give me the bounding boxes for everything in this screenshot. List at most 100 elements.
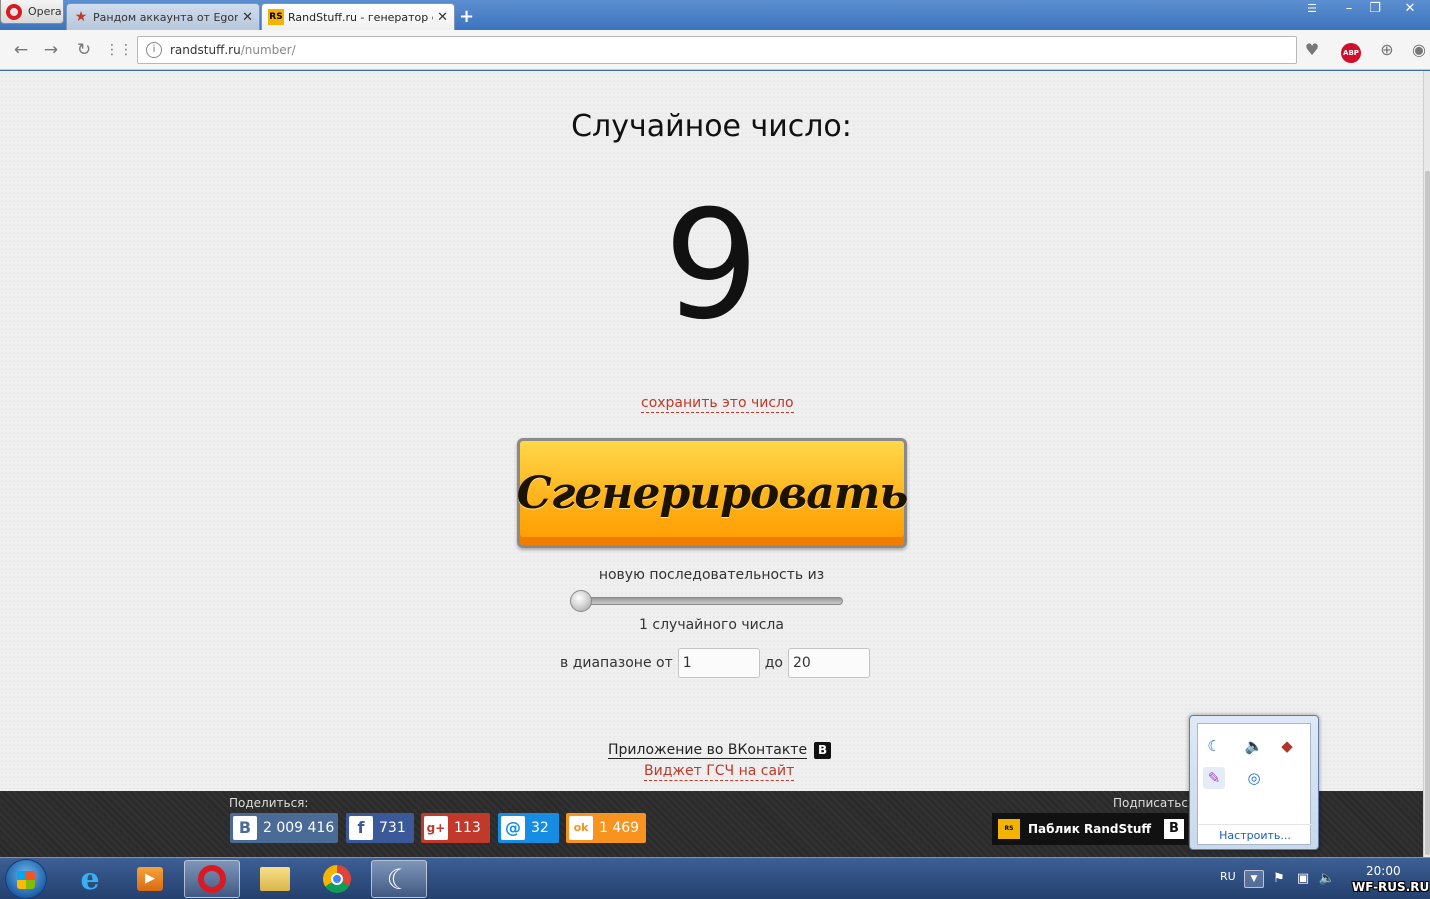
package-tray-icon[interactable]: ◆ <box>1276 735 1298 757</box>
start-button[interactable] <box>5 859 47 899</box>
url-path: /number/ <box>240 43 296 57</box>
opera-icon <box>198 865 226 893</box>
taskbar-internet-explorer[interactable]: e <box>62 860 118 898</box>
share-count: 1 469 <box>599 820 640 836</box>
taskbar-chrome[interactable] <box>309 860 365 898</box>
vk-icon: B <box>1164 819 1184 839</box>
address-bar[interactable]: i randstuff.ru/number/ <box>137 36 1297 64</box>
public-randstuff-button[interactable]: RS Паблик RandStuff B <box>992 813 1188 845</box>
tab-randstuff[interactable]: RS RandStuff.ru - генератор случайных чи… <box>261 3 455 30</box>
google-plus-icon: g+ <box>424 816 448 840</box>
back-arrow-icon[interactable]: ← <box>10 39 32 61</box>
vk-icon: B <box>233 816 257 840</box>
volume-icon[interactable]: 🔈 <box>1318 870 1336 888</box>
taskbar-messenger[interactable]: ☾ <box>371 860 427 898</box>
count-label: 1 случайного числа <box>639 617 784 633</box>
messenger-tray-icon[interactable]: ☾ <box>1203 735 1225 757</box>
page-content: Случайное число: 9 сохранить это число С… <box>0 71 1423 791</box>
opera-menu-label: Opera <box>28 5 62 18</box>
folder-icon <box>260 867 290 891</box>
public-label: Паблик RandStuff <box>1028 822 1152 836</box>
slider-handle[interactable] <box>570 590 592 612</box>
count-slider[interactable] <box>570 590 843 612</box>
scrollbar-thumb[interactable] <box>1425 171 1430 855</box>
share-odnoklassniki-button[interactable]: ok 1 469 <box>566 813 646 843</box>
share-count: 32 <box>531 820 549 836</box>
restore-icon[interactable]: ❐ <box>1364 0 1386 20</box>
tab-close-icon[interactable]: ✕ <box>242 10 253 25</box>
globe-tray-icon[interactable]: ◎ <box>1243 767 1265 789</box>
sequence-label: новую последовательность из <box>598 567 825 583</box>
share-count: 113 <box>454 820 481 836</box>
watermark: WF-RUS.RU <box>1352 880 1430 894</box>
url-host: randstuff.ru <box>170 43 241 57</box>
downloads-icon[interactable]: ⊕ <box>1376 39 1398 61</box>
vk-app-link-text: Приложение во ВКонтакте <box>608 742 808 759</box>
share-vk-button[interactable]: B 2 009 416 <box>230 813 338 843</box>
taskbar-opera[interactable] <box>184 860 240 898</box>
windows-taskbar: e ▶ ☾ RU ▼ ⚑ ▣ 🔈 20:00 <box>0 857 1430 899</box>
reload-icon[interactable]: ↻ <box>73 39 95 61</box>
adblock-plus-button[interactable]: ABP <box>1340 39 1362 63</box>
tab-random-account[interactable]: ★ Рандом аккаунта от Egor36 ✕ <box>66 3 260 30</box>
range-from-label: в диапазоне от <box>560 655 673 671</box>
mail-at-icon: @ <box>501 816 525 840</box>
taskbar-media-player[interactable]: ▶ <box>122 860 178 898</box>
feather-tray-icon[interactable]: ✎ <box>1203 767 1225 789</box>
tab-title: RandStuff.ru - генератор случайных чисел <box>288 10 433 24</box>
customize-link[interactable]: Настроить... <box>1198 824 1312 842</box>
randstuff-favicon-icon: RS <box>268 9 284 25</box>
range-from-input[interactable] <box>677 648 760 678</box>
minimize-icon[interactable]: – <box>1338 0 1360 20</box>
star-favicon-icon: ★ <box>74 9 88 25</box>
range-row: в диапазоне от до <box>560 648 875 678</box>
vk-app-link[interactable]: Приложение во ВКонтакте B <box>608 742 832 759</box>
facebook-icon: f <box>349 816 373 840</box>
address-toolbar: ← → ↻ ⋮⋮ i randstuff.ru/number/ ♥ ABP ⊕ … <box>0 30 1430 70</box>
tab-menu-icon[interactable]: ☰ <box>1300 0 1324 20</box>
tray-icons-panel: ☾ 🔈 ◆ ✎ ◎ Настроить... <box>1197 723 1312 845</box>
forward-arrow-icon[interactable]: → <box>40 39 62 61</box>
speed-dial-grid-icon[interactable]: ⋮⋮ <box>105 39 133 61</box>
show-hidden-icons-button[interactable]: ▼ <box>1244 870 1264 888</box>
opera-menu-button[interactable]: Opera <box>0 0 64 24</box>
network-icon[interactable]: ▣ <box>1294 870 1312 888</box>
share-mail-button[interactable]: @ 32 <box>498 813 559 843</box>
tab-close-icon[interactable]: ✕ <box>437 10 448 25</box>
tray-overflow-popup: ☾ 🔈 ◆ ✎ ◎ Настроить... <box>1189 715 1319 850</box>
page-scrollbar[interactable] <box>1423 71 1430 857</box>
clock[interactable]: 20:00 <box>1366 864 1401 878</box>
subscribe-label: Подписаться <box>1113 796 1196 810</box>
speaker-tray-icon[interactable]: 🔈 <box>1243 735 1265 757</box>
tab-strip: Opera ★ Рандом аккаунта от Egor36 ✕ RS R… <box>0 0 1430 30</box>
random-number-result: 9 <box>663 179 760 353</box>
opera-logo-icon <box>6 3 22 20</box>
close-window-icon[interactable]: ✕ <box>1390 0 1430 20</box>
share-google-plus-button[interactable]: g+ 113 <box>421 813 490 843</box>
generate-button[interactable]: Сгенерировать <box>517 438 908 548</box>
adblock-plus-icon: ABP <box>1341 43 1361 63</box>
language-indicator[interactable]: RU <box>1220 870 1236 883</box>
randstuff-logo-icon: RS <box>998 819 1020 839</box>
range-to-input[interactable] <box>788 648 870 678</box>
save-number-link[interactable]: сохранить это число <box>641 395 794 413</box>
taskbar-explorer[interactable] <box>247 860 303 898</box>
odnoklassniki-icon: ok <box>569 816 593 840</box>
page-heading: Случайное число: <box>571 109 852 144</box>
site-info-icon[interactable]: i <box>146 42 162 58</box>
internet-explorer-icon: e <box>80 861 100 897</box>
account-icon[interactable]: ◉ <box>1408 39 1430 61</box>
share-count: 2 009 416 <box>263 820 335 836</box>
messenger-icon: ☾ <box>386 862 412 896</box>
new-tab-button[interactable]: + <box>459 6 474 27</box>
widget-link[interactable]: Виджет ГСЧ на сайт <box>644 763 795 781</box>
vk-logo-icon: B <box>814 742 832 759</box>
action-center-flag-icon[interactable]: ⚑ <box>1270 870 1288 888</box>
share-count: 731 <box>379 820 406 836</box>
range-to-label: до <box>764 655 783 671</box>
tab-title: Рандом аккаунта от Egor36 <box>93 10 239 24</box>
share-facebook-button[interactable]: f 731 <box>346 813 414 843</box>
share-label: Поделиться: <box>229 796 309 810</box>
heart-bookmark-icon[interactable]: ♥ <box>1301 39 1323 61</box>
media-player-icon: ▶ <box>137 867 163 891</box>
